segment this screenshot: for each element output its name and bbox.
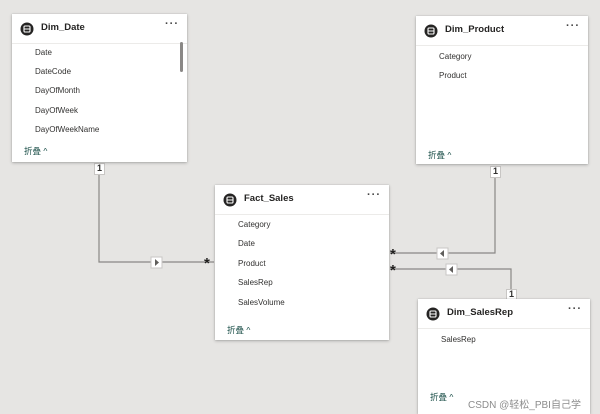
table-icon [426,307,440,321]
cardinality-one-date: 1 [94,163,105,175]
scrollbar-thumb[interactable] [180,42,183,72]
table-card-header[interactable]: Dim_Product ··· [416,16,588,46]
field-item[interactable]: Category [238,220,270,229]
relationship-line-date-sales[interactable] [98,163,214,263]
table-card-header[interactable]: Fact_Sales ··· [215,185,389,215]
field-item[interactable]: Category [439,52,471,61]
table-icon [424,24,438,38]
field-item[interactable]: Date [35,48,52,57]
collapse-button[interactable]: 折叠 ^ [428,149,451,161]
table-title: Fact_Sales [244,193,294,204]
table-card-dim-product[interactable]: Dim_Product ··· Category Product 折叠 ^ [416,16,588,164]
more-options-button[interactable]: ··· [566,20,580,32]
field-item[interactable]: SalesRep [238,278,273,287]
field-item[interactable]: DayOfWeek [35,106,78,115]
more-options-button[interactable]: ··· [568,303,582,315]
field-item[interactable]: DayOfMonth [35,86,80,95]
table-icon [20,22,34,36]
field-item[interactable]: DateCode [35,67,71,76]
field-item[interactable]: Date [238,239,255,248]
table-icon [223,193,237,207]
field-item[interactable]: Product [238,259,266,268]
collapse-button[interactable]: 折叠 ^ [227,324,250,336]
table-card-dim-date[interactable]: Dim_Date ··· Date DateCode DayOfMonth Da… [12,14,187,162]
cardinality-one-product: 1 [490,166,501,178]
field-item[interactable]: Product [439,71,467,80]
table-title: Dim_Product [445,24,505,35]
more-options-button[interactable]: ··· [165,18,179,30]
table-title: Dim_SalesRep [447,307,514,318]
cardinality-many-date: * [204,255,210,272]
table-card-header[interactable]: Dim_SalesRep ··· [418,299,590,329]
relationship-line-product-sales[interactable] [390,166,496,254]
model-diagram-canvas[interactable]: 1 * 1 * 1 * Dim_Date ··· Date DateCode D… [0,0,600,414]
cardinality-many-product: * [390,246,396,263]
field-item[interactable]: SalesRep [441,335,476,344]
table-title: Dim_Date [41,22,85,33]
cardinality-many-salesrep: * [390,262,396,279]
collapse-button[interactable]: 折叠 ^ [430,391,453,403]
collapse-button[interactable]: 折叠 ^ [24,145,47,157]
more-options-button[interactable]: ··· [367,189,381,201]
watermark-text: CSDN @轻松_PBI自己学 [468,396,581,411]
table-card-fact-sales[interactable]: Fact_Sales ··· Category Date Product Sal… [215,185,389,340]
field-item[interactable]: SalesVolume [238,298,285,307]
table-card-header[interactable]: Dim_Date ··· [12,14,187,44]
field-item[interactable]: DayOfWeekName [35,125,99,134]
